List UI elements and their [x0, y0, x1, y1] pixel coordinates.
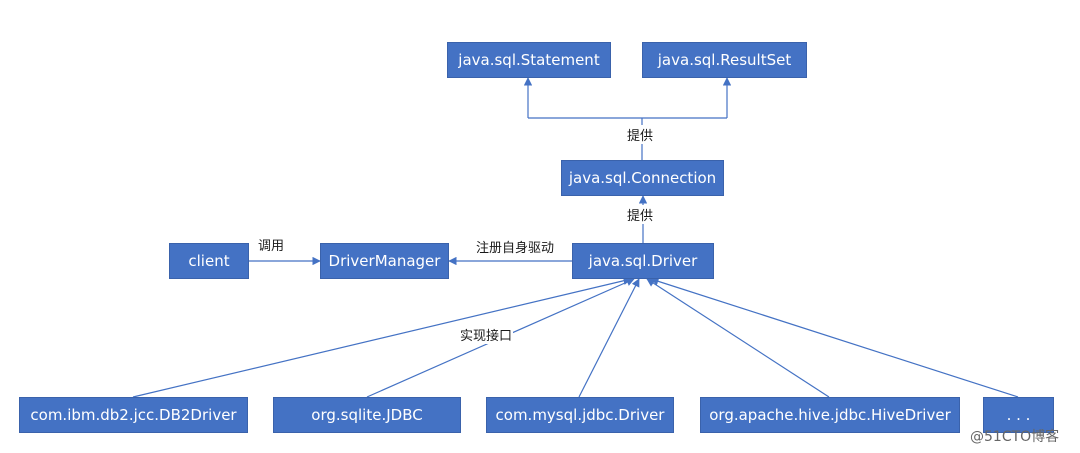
statement-box: java.sql.Statement — [447, 42, 611, 78]
label-implements: 实现接口 — [459, 325, 514, 344]
arrow-ellipsis-to-driver — [650, 277, 1019, 398]
resultset-box: java.sql.ResultSet — [642, 42, 807, 78]
arrow-hive-to-driver — [646, 278, 830, 398]
db2-driver-box: com.ibm.db2.jcc.DB2Driver — [19, 397, 248, 433]
drivermanager-box: DriverManager — [320, 243, 449, 279]
client-box: client — [169, 243, 249, 279]
label-provide-mid: 提供 — [626, 205, 655, 224]
driver-box: java.sql.Driver — [572, 243, 714, 279]
hive-driver-box: org.apache.hive.jdbc.HiveDriver — [700, 397, 960, 433]
label-provide-top: 提供 — [626, 125, 655, 144]
arrow-db2-to-driver — [132, 276, 632, 398]
mysql-driver-box: com.mysql.jdbc.Driver — [486, 397, 674, 433]
label-register: 注册自身驱动 — [475, 237, 556, 256]
label-call: 调用 — [257, 235, 286, 254]
arrow-mysql-to-driver — [578, 278, 640, 398]
connection-box: java.sql.Connection — [561, 160, 724, 196]
watermark: @51CTO博客 — [970, 429, 1060, 445]
sqlite-jdbc-box: org.sqlite.JDBC — [273, 397, 461, 433]
